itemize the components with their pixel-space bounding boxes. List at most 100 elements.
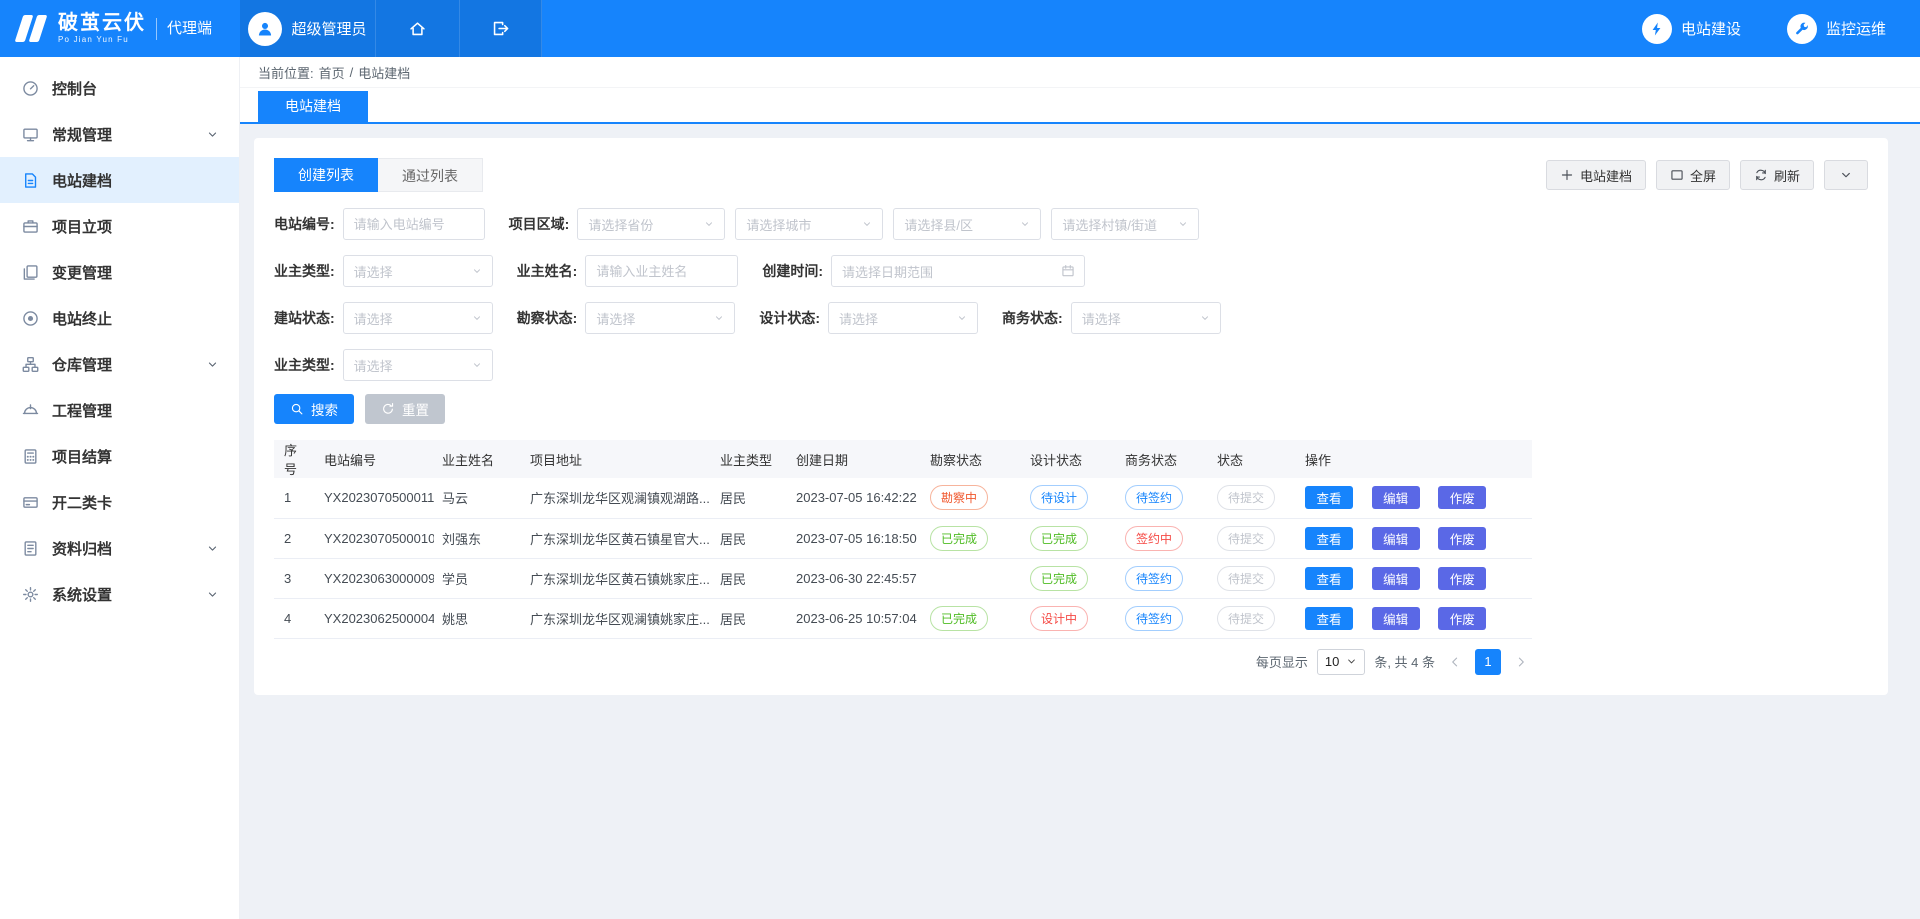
list-tabs: 创建列表 通过列表 xyxy=(274,158,483,192)
tab-create-list[interactable]: 创建列表 xyxy=(274,158,378,192)
app-header: 破茧云伏 Po Jian Yun Fu 代理端 超级管理员 电站建设 监控运维 xyxy=(0,0,1920,57)
page-size-select[interactable]: 10 xyxy=(1317,649,1365,675)
sidebar-item-project-settlement[interactable]: 项目结算 xyxy=(0,433,239,479)
collapse-toolbar-button[interactable] xyxy=(1824,160,1868,190)
cell-owner-name: 学员 xyxy=(434,558,522,598)
business-status-select[interactable]: 请选择 xyxy=(1071,302,1221,334)
reset-label: 重置 xyxy=(402,399,429,419)
city-select[interactable]: 请选择城市 xyxy=(735,208,883,240)
col-survey-status: 勘察状态 xyxy=(922,440,1022,478)
view-button[interactable]: 查看 xyxy=(1305,527,1353,550)
view-button[interactable]: 查看 xyxy=(1305,486,1353,509)
edit-button[interactable]: 编辑 xyxy=(1372,607,1420,630)
cell-index: 4 xyxy=(274,598,316,638)
home-button[interactable] xyxy=(376,0,460,57)
fullscreen-icon xyxy=(1670,168,1684,182)
owner-type-select[interactable]: 请选择 xyxy=(343,255,493,287)
cell-created: 2023-06-25 10:57:04 xyxy=(788,598,922,638)
page-1-button[interactable]: 1 xyxy=(1475,649,1501,675)
page-tab-station-archive[interactable]: 电站建档 xyxy=(258,91,368,122)
add-station-button[interactable]: 电站建档 xyxy=(1546,160,1646,190)
sidebar-item-console[interactable]: 控制台 xyxy=(0,65,239,111)
owner-type-label: 业主类型: xyxy=(274,261,335,281)
edit-button[interactable]: 编辑 xyxy=(1372,527,1420,550)
chevron-down-icon xyxy=(206,358,219,371)
briefcase-icon xyxy=(22,218,39,235)
cell-owner-type: 居民 xyxy=(712,558,788,598)
col-owner-type: 业主类型 xyxy=(712,440,788,478)
sidebar-item-class2-card[interactable]: 开二类卡 xyxy=(0,479,239,525)
sidebar-item-change-mgmt[interactable]: 变更管理 xyxy=(0,249,239,295)
build-status-select[interactable]: 请选择 xyxy=(343,302,493,334)
business-status-select-value: 请选择 xyxy=(1082,309,1121,328)
helmet-icon xyxy=(22,402,39,419)
card-icon xyxy=(22,494,39,511)
chevron-down-icon xyxy=(861,218,873,230)
reset-button[interactable]: 重置 xyxy=(365,394,445,424)
sidebar-item-engineering-mgmt[interactable]: 工程管理 xyxy=(0,387,239,433)
col-index: 序号 xyxy=(274,440,316,478)
page-tabstrip: 电站建档 xyxy=(240,88,1920,124)
refresh-button[interactable]: 刷新 xyxy=(1740,160,1814,190)
edit-button[interactable]: 编辑 xyxy=(1372,567,1420,590)
breadcrumb: 当前位置: 首页 / 电站建档 xyxy=(240,57,1920,88)
void-button[interactable]: 作废 xyxy=(1438,527,1486,550)
refresh-label: 刷新 xyxy=(1774,166,1800,185)
calculator-icon xyxy=(22,448,39,465)
add-station-label: 电站建档 xyxy=(1580,166,1632,185)
sidebar-item-station-archive[interactable]: 电站建档 xyxy=(0,157,239,203)
sidebar-item-label: 开二类卡 xyxy=(52,492,112,513)
sidebar-item-warehouse-mgmt[interactable]: 仓库管理 xyxy=(0,341,239,387)
void-button[interactable]: 作废 xyxy=(1438,486,1486,509)
cell-owner-type: 居民 xyxy=(712,478,788,518)
design-status-select[interactable]: 请选择 xyxy=(828,302,978,334)
col-design-status: 设计状态 xyxy=(1022,440,1117,478)
region-label: 项目区域: xyxy=(509,214,570,234)
view-button[interactable]: 查看 xyxy=(1305,567,1353,590)
province-select[interactable]: 请选择省份 xyxy=(577,208,725,240)
logo-icon xyxy=(14,15,50,42)
nav-monitor-ops[interactable]: 监控运维 xyxy=(1787,14,1886,44)
cell-created: 2023-07-05 16:18:50 xyxy=(788,518,922,558)
prev-page-button[interactable] xyxy=(1444,649,1466,675)
cell-station-code: YX2023062500004 xyxy=(316,598,434,638)
nav-monitor-ops-label: 监控运维 xyxy=(1826,18,1886,39)
station-code-input[interactable] xyxy=(343,208,485,240)
view-button[interactable]: 查看 xyxy=(1305,607,1353,630)
logout-button[interactable] xyxy=(460,0,542,57)
breadcrumb-home[interactable]: 首页 xyxy=(319,63,345,82)
chevron-down-icon xyxy=(471,312,483,324)
void-button[interactable]: 作废 xyxy=(1438,567,1486,590)
chevron-down-icon xyxy=(956,312,968,324)
town-select-value: 请选择村镇/街道 xyxy=(1062,215,1157,234)
cell-owner-name: 刘强东 xyxy=(434,518,522,558)
design-status-badge: 已完成 xyxy=(1030,526,1088,551)
filter-owner-name: 业主姓名: xyxy=(517,255,739,287)
county-select[interactable]: 请选择县/区 xyxy=(893,208,1041,240)
fullscreen-button[interactable]: 全屏 xyxy=(1656,160,1730,190)
station-archive-panel: 创建列表 通过列表 电站建档 全屏 刷新 xyxy=(254,138,1888,695)
survey-status-select[interactable]: 请选择 xyxy=(585,302,735,334)
sidebar-item-station-terminate[interactable]: 电站终止 xyxy=(0,295,239,341)
search-button[interactable]: 搜索 xyxy=(274,394,354,424)
void-button[interactable]: 作废 xyxy=(1438,607,1486,630)
cell-address: 广东深圳龙华区观澜镇姚家庄... xyxy=(522,598,712,638)
wrench-icon xyxy=(1787,14,1817,44)
owner-type-2-select[interactable]: 请选择 xyxy=(343,349,493,381)
owner-name-input[interactable] xyxy=(585,255,738,287)
fullscreen-label: 全屏 xyxy=(1690,166,1716,185)
create-time-range-input[interactable]: 请选择日期范围 xyxy=(831,255,1085,287)
sidebar-item-project-initiation[interactable]: 项目立项 xyxy=(0,203,239,249)
panel-toolbar: 电站建档 全屏 刷新 xyxy=(1546,160,1868,190)
town-select[interactable]: 请选择村镇/街道 xyxy=(1051,208,1199,240)
col-actions: 操作 xyxy=(1297,440,1532,478)
filter-region: 项目区域: 请选择省份 请选择城市 请选择县/区 xyxy=(509,208,1200,240)
next-page-button[interactable] xyxy=(1510,649,1532,675)
sidebar-item-general-mgmt[interactable]: 常规管理 xyxy=(0,111,239,157)
nav-station-build[interactable]: 电站建设 xyxy=(1642,14,1741,44)
tab-passed-list[interactable]: 通过列表 xyxy=(378,158,483,192)
edit-button[interactable]: 编辑 xyxy=(1372,486,1420,509)
sidebar-item-data-archive[interactable]: 资料归档 xyxy=(0,525,239,571)
user-menu[interactable]: 超级管理员 xyxy=(240,0,376,57)
sidebar-item-system-settings[interactable]: 系统设置 xyxy=(0,571,239,617)
